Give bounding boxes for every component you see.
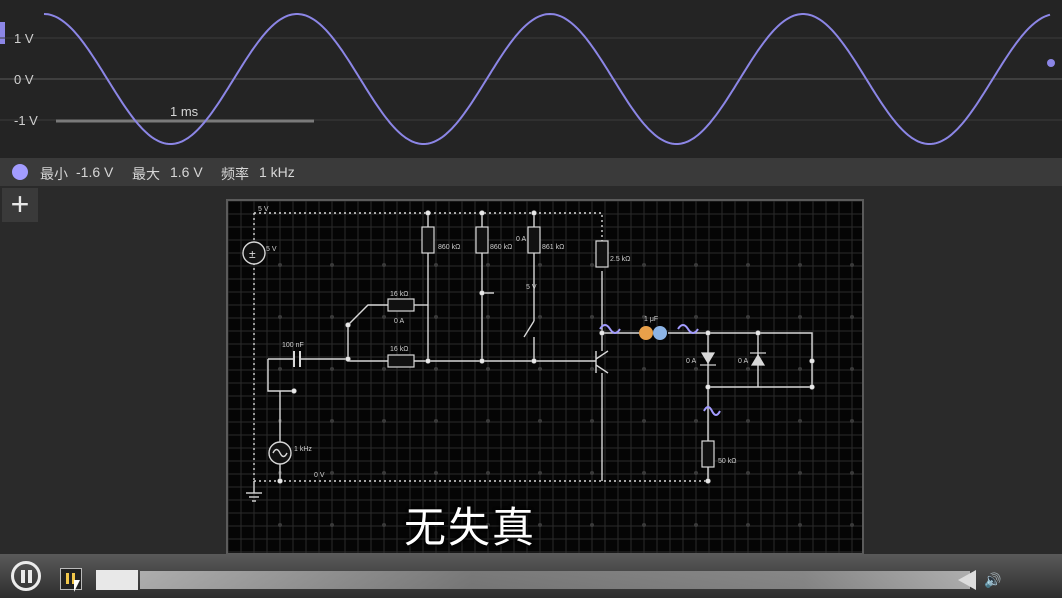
mouse-cursor-icon: [74, 580, 80, 592]
supply-rail-label: 5 V: [258, 206, 269, 213]
add-button[interactable]: +: [2, 188, 38, 222]
resistor-bottom-label: 16 kΩ: [390, 346, 408, 353]
scope-plot: 1 ms: [0, 12, 1062, 145]
min-value: -1.6 V: [76, 164, 114, 180]
y-label-0v: 0 V: [14, 72, 34, 87]
dc-source-label: 5 V: [266, 246, 277, 253]
pause-circle-icon[interactable]: [11, 561, 41, 591]
resistor-top-current: 0 A: [394, 318, 404, 325]
resistor-1-label: 860 kΩ: [438, 244, 460, 251]
resistor-top-label: 16 kΩ: [390, 291, 408, 298]
volume-slider[interactable]: [958, 570, 976, 590]
ac-source-label: 1 kHz: [294, 446, 312, 453]
input-capacitor-label: 100 nF: [282, 342, 304, 349]
oscilloscope-panel: 1 ms 1 V 0 V -1 V: [0, 0, 1062, 158]
output-capacitor-label: 1 μF: [644, 316, 658, 323]
circuit-schematic[interactable]: ± 5 V 0 V 5 V 1 kHz 100 nF 16 kΩ 0 A 16 …: [228, 201, 862, 553]
svg-text:±: ±: [249, 247, 256, 261]
seek-bar[interactable]: [140, 571, 970, 589]
resistor-3-label: 861 kΩ: [542, 244, 564, 251]
output-capacitor-minus: [653, 326, 667, 340]
y-label-neg1v: -1 V: [14, 113, 38, 128]
resistor-3-current: 0 A: [516, 236, 526, 243]
min-label: 最小: [40, 166, 68, 182]
y-label-1v: 1 V: [14, 31, 34, 46]
output-capacitor-plus: [639, 326, 653, 340]
resistor-2-label: 860 kΩ: [490, 244, 512, 251]
diode-2-current: 0 A: [738, 358, 748, 365]
ground-rail-label: 0 V: [314, 472, 325, 479]
diode-1-current: 0 A: [686, 358, 696, 365]
resistors: [387, 226, 715, 468]
max-value: 1.6 V: [170, 164, 203, 180]
freq-value: 1 kHz: [259, 164, 295, 180]
diodes: [700, 352, 766, 366]
time-scale-label: 1 ms: [170, 104, 199, 119]
wires: [253, 212, 813, 493]
subtitle-caption: 无失真: [404, 503, 537, 552]
waveform-endpoint-marker: [1047, 59, 1055, 67]
freq-label: 频率: [221, 166, 249, 182]
max-label: 最大: [132, 166, 160, 182]
switch-5v-label: 5 V: [526, 284, 537, 291]
circuit-board[interactable]: ± 5 V 0 V 5 V 1 kHz 100 nF 16 kΩ 0 A 16 …: [226, 199, 864, 555]
collector-resistor-label: 2.5 kΩ: [610, 256, 630, 263]
measurement-bar: 最小 -1.6 V 最大 1.6 V 频率 1 kHz: [0, 158, 1062, 186]
speaker-icon[interactable]: 🔊: [984, 572, 1001, 589]
load-resistor-label: 50 kΩ: [718, 458, 736, 465]
trace-color-dot[interactable]: [12, 164, 28, 180]
video-thumbnail-preview: [96, 570, 138, 590]
